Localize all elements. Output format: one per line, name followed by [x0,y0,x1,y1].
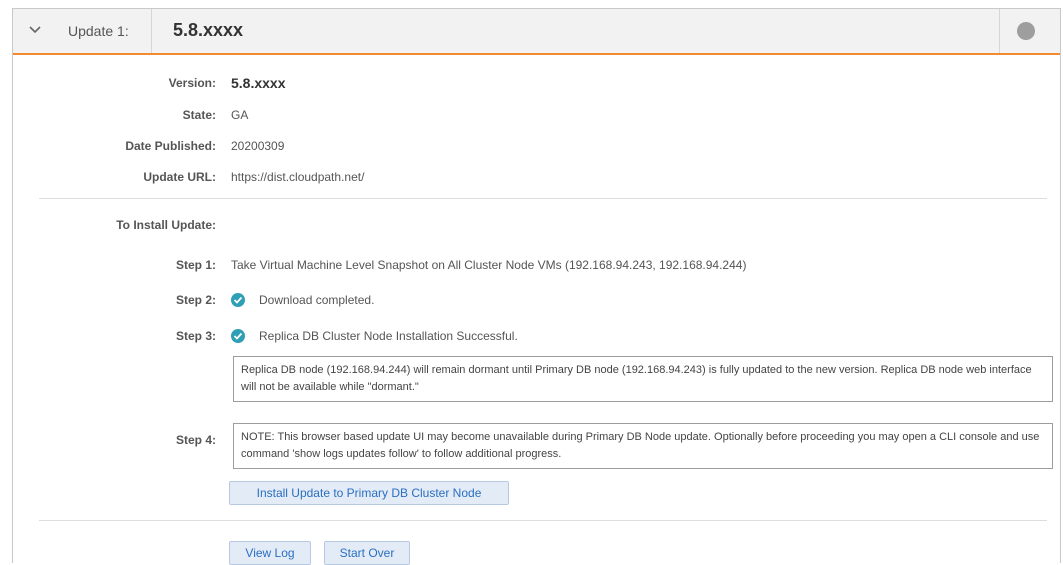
update-header[interactable]: Update 1: 5.8.xxxx [13,9,1060,55]
update-label: Update 1: [68,23,129,39]
step3-label: Step 3: [175,329,216,343]
step1-label: Step 1: [175,258,216,272]
update-url-label: Update URL: [143,170,216,184]
step2-text: Download completed. [259,293,375,307]
install-heading: To Install Update: [116,218,216,232]
chevron-down-icon[interactable] [28,23,42,37]
update-panel: Update 1: 5.8.xxxx Version: 5.8.xxxx Sta… [12,8,1061,565]
footer-divider [39,520,1047,521]
step4-note: NOTE: This browser based update UI may b… [233,423,1053,469]
header-divider [151,9,152,53]
version-label: Version: [168,76,216,90]
step3-text: Replica DB Cluster Node Installation Suc… [259,329,518,343]
update-url-value: https://dist.cloudpath.net/ [231,170,365,184]
install-primary-button[interactable]: Install Update to Primary DB Cluster Nod… [229,481,509,505]
step3-note: Replica DB node (192.168.94.244) will re… [233,356,1053,402]
step1-text: Take Virtual Machine Level Snapshot on A… [231,258,747,272]
status-dot-icon [1017,22,1035,40]
check-circle-icon [231,329,245,343]
step2-label: Step 2: [175,293,216,307]
date-published-label: Date Published: [125,139,216,153]
header-divider [999,9,1000,53]
check-circle-icon [231,293,245,307]
update-version-title: 5.8.xxxx [173,20,244,40]
state-value: GA [231,108,249,122]
view-log-button[interactable]: View Log [229,541,311,565]
section-divider [39,198,1047,199]
step4-label: Step 4: [175,433,216,447]
state-label: State: [182,108,216,122]
version-value: 5.8.xxxx [231,75,286,91]
start-over-button[interactable]: Start Over [324,541,410,565]
date-published-value: 20200309 [231,139,285,153]
